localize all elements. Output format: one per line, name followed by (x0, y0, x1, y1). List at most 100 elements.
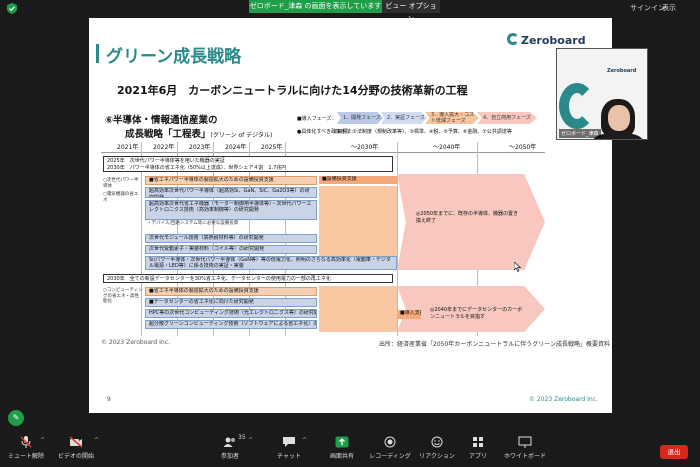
record-button[interactable]: レコーディング (368, 436, 412, 460)
reactions-label: リアクション (419, 453, 455, 460)
phase-commercial: 4．自立商用フェーズ (477, 112, 537, 124)
bar-rd-power-semi: 超高効率次世代パワー半導体（超高効Si、GaN、SiC、Ga2O3等）の研究開発 (145, 187, 317, 198)
section-title-line2: 成長戦略「工程表」(グリーン of デジタル) (125, 126, 272, 140)
top-bar: ゼロボード_津森 の画面を表示しています ビュー オプション サインイン 表示 (0, 0, 700, 23)
mouse-cursor-icon (514, 262, 522, 272)
record-label: レコーディング (369, 453, 411, 460)
chat-button[interactable]: チャット (274, 436, 304, 460)
goal-box-a: 2025年 次世代パワー半導体等を用いた機器の実証 2030年 パワー半導体の省… (103, 156, 393, 172)
start-video-button[interactable]: ビデオの開始 (52, 436, 100, 460)
participants-options-caret-icon[interactable]: ^ (248, 437, 253, 444)
whiteboard-button[interactable]: ホワイトボード (500, 436, 550, 460)
microphone-muted-icon (20, 436, 32, 448)
meeting-toolbar: ミュート解除 ^ ビデオの開始 ^ 参加者 35 ^ チャット ^ 画面共有 レ… (0, 431, 700, 467)
bar-demo-implementation: Si/パワー半導体・次世代パワー半導体（GaN等）等の低電力化、照明のさらなる高… (145, 256, 397, 270)
shared-slide: グリーン成長戦略 Zeroboard 2021年6月 カーボンニュートラルに向け… (89, 18, 612, 413)
video-off-icon (69, 436, 83, 448)
zoom-meeting-window: ゼロボード_津森 の画面を表示しています ビュー オプション サインイン 表示 … (0, 0, 700, 467)
big-arrow-b-text: ◎2040年までにデータセンターのカーボンニュートラルを目指す (430, 307, 523, 320)
big-arrow-a-text: ◎2050年までに、既存の半導体、機器の置き換え終了 (416, 211, 518, 224)
slide-title: グリーン成長戦略 (106, 47, 242, 67)
orange-bar-intro-support: ■導入支援 (397, 310, 421, 319)
shield-check-icon[interactable] (7, 3, 17, 14)
side-label-power-semi: ○次世代パワー半導体 (103, 178, 139, 189)
share-screen-icon (335, 436, 349, 448)
screen-share-banner: ゼロボード_津森 の画面を表示しています (249, 0, 382, 13)
year-label: 2021年 (117, 144, 139, 151)
zeroboard-logo-icon (507, 33, 519, 45)
background-logo-arc (559, 83, 595, 129)
year-divider (101, 152, 545, 153)
whiteboard-icon (518, 436, 532, 448)
slide-page-number: 9 (107, 396, 111, 403)
chat-options-caret-icon[interactable]: ^ (302, 437, 307, 444)
slide-subtitle: 2021年6月 カーボンニュートラルに向けた14分野の技術革新の工程 (117, 84, 468, 97)
section-title-sub: (グリーン of デジタル) (210, 132, 273, 139)
phase-label: ■導入フェーズ： (297, 116, 337, 122)
chat-bubble-icon (283, 437, 295, 447)
year-label: 〜2050年 (509, 144, 537, 151)
phase-expansion: 3．導入拡大・コスト低減フェーズ (425, 112, 479, 124)
year-label: 2024年 (225, 144, 247, 151)
bar-rd-green-computing: 超分散グリーンコンピューティング技術（ソフトウェアによる省エネ化）の研究開発 (145, 320, 317, 329)
policy-text: ①目標、②法制度（規制改革等）、③標準、④税、⑤予算、⑥金融、⑦公共調達等 (333, 129, 512, 135)
view-menu-button[interactable]: 表示 (662, 3, 676, 13)
year-header: 2021年 2022年 2023年 2024年 2025年 〜2030年 〜20… (101, 142, 545, 152)
orange-block-b (319, 286, 397, 332)
video-background-logo: Zeroboard (607, 68, 637, 74)
year-label: 2022年 (153, 144, 175, 151)
phase-demonstration: 2．実証フェーズ (381, 112, 427, 124)
apps-label: アプリ (468, 453, 487, 460)
participant-name-tag: ゼロボード_津森 (559, 129, 601, 138)
year-label: 2023年 (189, 144, 211, 151)
goal-box-b: 2030年 全ての新設データセンターを30%省エネ化、データセンターの使用電力の… (103, 274, 393, 283)
side-label-computing: ○コンピューティングの省エネ・高性能化 (103, 288, 143, 304)
slide-copyright: © 2023 Zeroboard Inc. (101, 339, 170, 346)
side-label-device-eco: ○電気機器の省エネ (103, 192, 139, 203)
year-label: 2025年 (261, 144, 283, 151)
participants-label: 参加者 (220, 453, 239, 460)
view-options-button[interactable]: ビュー オプション (382, 0, 440, 23)
bar-capex-semi: ■省エネパワー半導体の製造拡大のための設備投資支援 (145, 176, 317, 185)
reactions-button[interactable]: リアクション (418, 436, 456, 460)
mute-label: ミュート解除 (7, 453, 44, 460)
whiteboard-label: ホワイトボード (503, 453, 546, 460)
year-label: 〜2040年 (433, 144, 461, 151)
slide-footer-copyright: © 2023 Zeroboard Inc. (529, 396, 598, 403)
chat-label: チャット (277, 453, 301, 460)
share-screen-button[interactable]: 画面共有 (322, 436, 362, 460)
zeroboard-logo-text: Zeroboard (521, 34, 586, 47)
section-title-line1: ⑥半導体・情報通信産業の (105, 115, 218, 126)
slide-source-note: 出所：経済産業省「2050年カーボンニュートラルに伴うグリーン成長戦略」概要資料 (379, 341, 610, 348)
phase-development: 1．開発フェーズ (337, 112, 383, 124)
video-label: ビデオの開始 (57, 453, 94, 460)
bar-capex-eco-semi: ■省エネ半導体の製造拡大のための設備投資支援 (145, 287, 317, 296)
year-gridline (397, 142, 398, 336)
leave-meeting-button[interactable]: 退出 (660, 445, 688, 459)
participants-count: 35 (238, 434, 246, 441)
participant-face (608, 105, 630, 131)
participant-video-tile[interactable]: Zeroboard ゼロボード_津森 (556, 48, 648, 140)
mute-options-caret-icon[interactable]: ^ (40, 437, 45, 444)
bar-rd-eco-devices: 超高効率次世代省エネ機器（モーター制御用半導体等）・次世代パワーエレクトロニクス… (145, 200, 317, 220)
annotate-pencil-icon[interactable]: ✎ (8, 410, 24, 426)
bar-rd-passive: 次世代受動素子・実装材料（コイル等）の研究開発 (145, 245, 317, 254)
participants-icon (223, 437, 235, 447)
goal-2030-a: 2030年 パワー半導体の省エネ化（50%以上達成）、世界シェア４割 1.7兆円 (107, 164, 287, 171)
section-title-main: 成長戦略「工程表」 (125, 129, 211, 140)
year-label: 〜2030年 (351, 144, 379, 151)
share-screen-label: 画面共有 (329, 453, 354, 460)
bar-a-subnote: ・デバイス/回路システム等に必要な設備投資 (147, 221, 239, 226)
bar-rd-module: 次世代モジュール技術（高熱耐材料等）の研究開発 (145, 234, 317, 243)
record-icon (384, 436, 396, 448)
title-accent-bar (96, 44, 99, 63)
smiley-icon (431, 436, 443, 448)
roadmap-figure: ⑥半導体・情報通信産業の 成長戦略「工程表」(グリーン of デジタル) ■導入… (101, 106, 545, 336)
bar-rd-hpc: HPC等の次世代コンピューティング技術（光エレクトロニクス等）の研究開発 (145, 309, 317, 318)
apps-grid-icon (473, 437, 483, 447)
bar-rd-datacenter: ■データセンターの省エネ化に向けた研究開発 (145, 298, 317, 307)
orange-bar-capex-a: ■設備投資支援 (319, 176, 397, 184)
apps-button[interactable]: アプリ (464, 436, 492, 460)
signin-link[interactable]: サインイン (630, 3, 665, 13)
video-options-caret-icon[interactable]: ^ (94, 437, 99, 444)
